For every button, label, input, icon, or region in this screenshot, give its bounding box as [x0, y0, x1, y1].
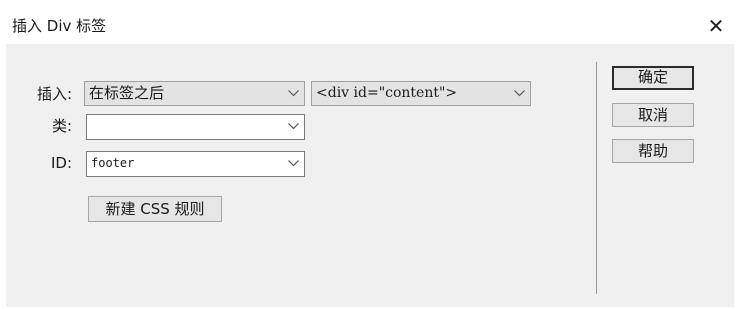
ok-button[interactable]: 确定: [612, 66, 694, 90]
chevron-down-icon: [513, 82, 525, 105]
cancel-button[interactable]: 取消: [612, 103, 694, 127]
class-label: 类:: [51, 117, 72, 135]
insert-label: 插入:: [36, 85, 72, 103]
id-value: footer: [91, 156, 135, 170]
new-css-rule-button[interactable]: 新建 CSS 规则: [88, 196, 222, 222]
id-label: ID:: [50, 154, 72, 172]
id-select[interactable]: footer: [86, 151, 305, 177]
chevron-down-icon: [287, 82, 299, 105]
insert-div-dialog: 插入 Div 标签 ✕ 插入: 在标签之后 <div id="content">…: [6, 6, 734, 307]
chevron-down-icon: [287, 152, 299, 175]
chevron-down-icon: [287, 115, 299, 138]
dialog-title: 插入 Div 标签: [12, 17, 107, 35]
insert-position-select[interactable]: 在标签之后: [84, 81, 305, 106]
insert-target-select[interactable]: <div id="content">: [311, 81, 531, 106]
insert-position-value: 在标签之后: [89, 84, 165, 102]
insert-target-value: <div id="content">: [316, 85, 458, 101]
help-button[interactable]: 帮助: [612, 139, 694, 163]
close-icon[interactable]: ✕: [702, 12, 730, 40]
title-bar: 插入 Div 标签 ✕: [6, 6, 734, 44]
class-select[interactable]: [86, 114, 305, 140]
separator: [596, 62, 597, 294]
